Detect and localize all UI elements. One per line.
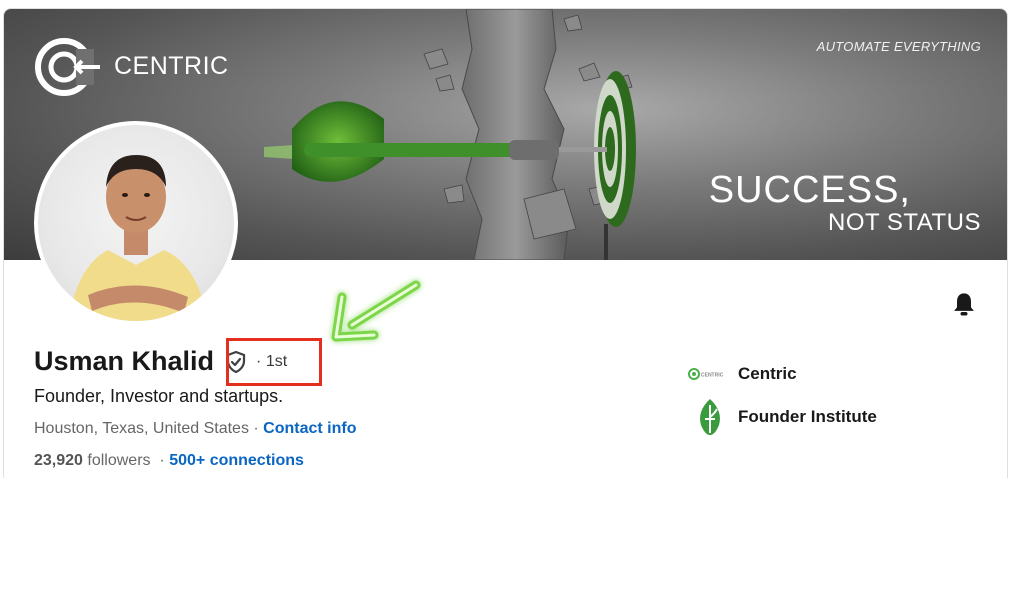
company-name: Centric <box>738 364 797 383</box>
profile-location: Houston, Texas, United States <box>34 420 249 437</box>
target-board <box>594 71 636 260</box>
profile-name: Usman Khalid <box>34 346 215 376</box>
person-photo <box>68 155 208 321</box>
contact-info-link[interactable]: Contact info <box>263 420 356 437</box>
connections-separator: · <box>159 452 165 469</box>
followers-count: 23,920 <box>34 452 83 469</box>
connections-link[interactable]: 500+ connections <box>169 452 304 469</box>
company-founder-institute[interactable]: Founder Institute <box>688 397 877 437</box>
followers-label: followers <box>87 452 151 469</box>
company-centric[interactable]: CENTRIC Centric <box>688 354 797 394</box>
banner-headline-line1: SUCCESS, <box>708 169 911 211</box>
banner-tagline: AUTOMATE EVERYTHING <box>816 39 981 54</box>
bell-icon[interactable] <box>950 291 978 319</box>
centric-logo: CENTRIC <box>688 354 732 394</box>
location-row: Houston, Texas, United States · Contact … <box>34 420 356 438</box>
profile-headline: Founder, Investor and startups. <box>34 386 284 406</box>
profile-card: CENTRIC AUTOMATE EVERYTHING SUCCESS, NOT… <box>3 8 1008 478</box>
green-arrow-annotation <box>331 280 421 342</box>
centric-logo: CENTRIC <box>36 37 229 95</box>
profile-avatar[interactable] <box>34 121 238 325</box>
highlight-box-annotation <box>226 338 322 386</box>
company-name: Founder Institute <box>738 407 877 426</box>
location-separator: · <box>248 420 264 437</box>
banner-headline-line2: NOT STATUS <box>827 209 981 236</box>
founder-institute-logo <box>688 397 732 437</box>
logo-text: CENTRIC <box>114 51 229 80</box>
centric-logo-text: CENTRIC <box>701 373 724 379</box>
followers-row: 23,920 followers · 500+ connections <box>34 452 304 470</box>
